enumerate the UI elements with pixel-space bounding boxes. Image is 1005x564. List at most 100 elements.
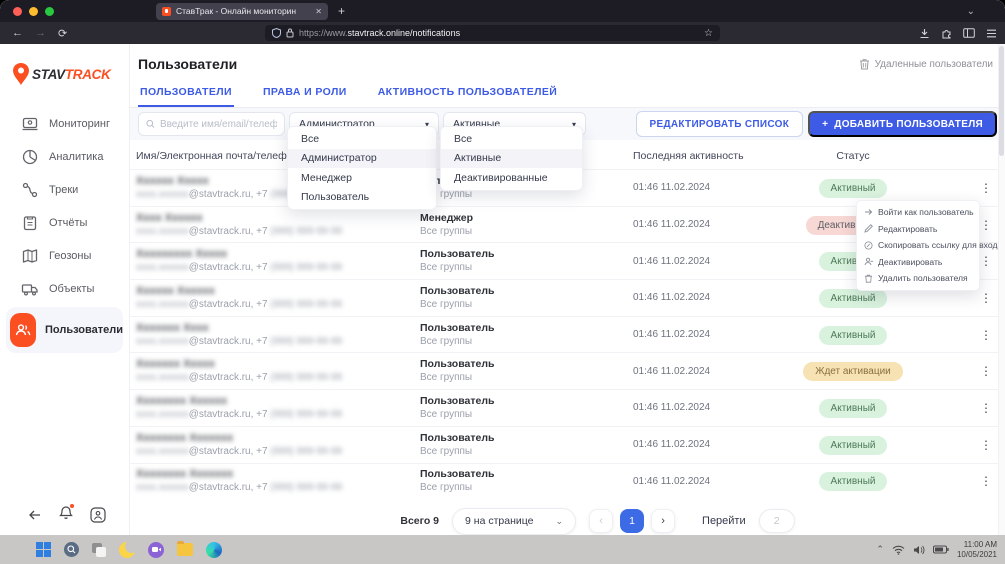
chat-app-button[interactable] [148, 542, 164, 558]
goto-page-input[interactable] [759, 509, 795, 533]
reload-button[interactable]: ⟳ [58, 27, 67, 40]
minimize-window-button[interactable] [29, 7, 38, 16]
taskbar-search-button[interactable] [64, 542, 79, 557]
profile-button[interactable] [90, 507, 106, 523]
next-page-button[interactable]: › [651, 509, 675, 533]
row-menu-button[interactable]: ⋮ [980, 474, 992, 488]
list-tabs-chevron-icon[interactable]: ⌄ [967, 6, 975, 17]
url-bar[interactable]: https://www.stavtrack.online/notificatio… [265, 25, 720, 41]
edit-list-button[interactable]: РЕДАКТИРОВАТЬ СПИСОК [636, 111, 804, 137]
header-actions: РЕДАКТИРОВАТЬ СПИСОК +ДОБАВИТЬ ПОЛЬЗОВАТ… [636, 111, 998, 137]
user-name-redacted: Хххххххх Хххххх [136, 395, 420, 408]
role-option-all[interactable]: Все [288, 129, 436, 149]
email-user-redacted: хххх.хххххх [136, 482, 189, 493]
status-option-all[interactable]: Все [441, 129, 582, 149]
sidebar-panel-icon[interactable] [963, 28, 975, 38]
toolbar-right-icons [919, 22, 997, 44]
menu-item-deactivate[interactable]: Деактивировать [857, 254, 979, 271]
taskbar-clock[interactable]: 11:00 AM10/05/2021 [957, 540, 997, 559]
search-input[interactable] [160, 119, 277, 130]
app-menu-icon[interactable] [986, 29, 997, 38]
sidebar-item-reports[interactable]: Отчёты [0, 206, 129, 239]
zoom-window-button[interactable] [45, 7, 54, 16]
sidebar-item-tracks[interactable]: Треки [0, 173, 129, 206]
sidebar-item-analytics[interactable]: Аналитика [0, 140, 129, 173]
crescent-app-icon[interactable] [119, 542, 135, 558]
status-badge: Активный [819, 326, 888, 345]
tab-rights-roles[interactable]: ПРАВА И РОЛИ [261, 80, 349, 107]
row-menu-button[interactable]: ⋮ [980, 181, 992, 195]
lock-icon [286, 28, 294, 38]
sidebar: STAVTRACK Мониторинг Аналитика Треки От [0, 44, 130, 535]
browser-toolbar: ← → ⟳ https://www.stavtrack.online/notif… [0, 22, 1005, 44]
row-menu-button[interactable]: ⋮ [980, 254, 992, 268]
close-window-button[interactable] [13, 7, 22, 16]
role-option-admin[interactable]: Администратор [288, 149, 436, 169]
row-menu-button[interactable]: ⋮ [980, 364, 992, 378]
role-option-user[interactable]: Пользователь [288, 188, 436, 208]
windows-start-button[interactable] [36, 542, 51, 557]
row-menu-button[interactable]: ⋮ [980, 401, 992, 415]
tray-chevron-icon[interactable]: ⌃ [876, 544, 884, 555]
forward-button[interactable]: → [35, 27, 46, 39]
menu-item-copy-login-link[interactable]: Скопировать ссылку для входа [857, 237, 979, 254]
bookmark-star-icon[interactable]: ☆ [704, 28, 713, 39]
prev-page-button[interactable]: ‹ [589, 509, 613, 533]
search-box[interactable] [138, 112, 285, 136]
clock-time: 11:00 AM [964, 540, 997, 549]
tab-users[interactable]: ПОЛЬЗОВАТЕЛИ [138, 80, 234, 107]
task-view-button[interactable] [92, 543, 106, 557]
row-menu-button[interactable]: ⋮ [980, 328, 992, 342]
menu-item-edit[interactable]: Редактировать [857, 221, 979, 238]
user-role-cell: Пользователь Все группы [420, 322, 633, 348]
url-scheme: https://www. [299, 28, 348, 38]
menu-item-delete-user[interactable]: Удалить пользователя [857, 270, 979, 287]
logo-track: TRACK [65, 67, 111, 82]
wifi-icon[interactable] [892, 545, 905, 555]
downloads-icon[interactable] [919, 28, 930, 39]
extensions-icon[interactable] [941, 28, 952, 39]
sidebar-item-geozones[interactable]: Геозоны [0, 239, 129, 272]
user-group: Все группы [420, 225, 633, 238]
clipboard-icon [21, 214, 39, 232]
deleted-users-link[interactable]: Удаленные пользователи [859, 58, 993, 70]
user-group: Все группы [420, 371, 633, 384]
url-host: stavtrack.online/notifications [348, 28, 461, 38]
collapse-sidebar-icon[interactable] [28, 509, 42, 521]
last-activity: 01:46 11.02.2024 [633, 219, 783, 230]
tab-user-activity[interactable]: АКТИВНОСТЬ ПОЛЬЗОВАТЕЛЕЙ [376, 80, 560, 107]
role-option-manager[interactable]: Менеджер [288, 168, 436, 188]
user-role-cell: Менеджер Все группы [420, 212, 633, 238]
battery-icon[interactable] [933, 545, 949, 554]
sidebar-item-label: Пользователи [45, 324, 123, 336]
status-option-deactivated[interactable]: Деактивированные [441, 168, 582, 188]
map-icon [21, 247, 39, 265]
sidebar-item-monitoring[interactable]: Мониторинг [0, 107, 129, 140]
file-explorer-button[interactable] [177, 543, 193, 556]
status-option-active[interactable]: Активные [441, 149, 582, 169]
email-domain: @stavtrack.ru, +7 [189, 189, 271, 200]
row-menu-button[interactable]: ⋮ [980, 218, 992, 232]
scrollbar-thumb[interactable] [999, 46, 1004, 156]
pie-chart-icon [21, 148, 39, 166]
new-tab-button[interactable]: + [338, 4, 345, 18]
window-controls [13, 7, 54, 16]
row-menu-button[interactable]: ⋮ [980, 438, 992, 452]
browser-tab[interactable]: СтавТрак - Онлайн мониторин ✕ [156, 3, 328, 20]
sidebar-item-objects[interactable]: Объекты [0, 272, 129, 305]
volume-icon[interactable] [913, 545, 925, 555]
per-page-select[interactable]: 9 на странице ⌄ [452, 508, 576, 535]
taskbar-icons [36, 542, 222, 558]
back-button[interactable]: ← [12, 27, 23, 39]
user-name-redacted: Ххххххх Хххх [136, 322, 420, 335]
add-user-button[interactable]: +ДОБАВИТЬ ПОЛЬЗОВАТЕЛЯ [808, 111, 997, 137]
notifications-bell-button[interactable] [59, 505, 73, 525]
current-page[interactable]: 1 [620, 509, 644, 533]
menu-item-login-as-user[interactable]: Войти как пользователь [857, 204, 979, 221]
role-dropdown-panel: Все Администратор Менеджер Пользователь [287, 126, 437, 210]
close-tab-icon[interactable]: ✕ [315, 7, 322, 16]
scrollbar[interactable] [998, 44, 1005, 535]
row-menu-button[interactable]: ⋮ [980, 291, 992, 305]
sidebar-item-users[interactable]: Пользователи [6, 307, 123, 353]
edge-browser-button[interactable] [206, 542, 222, 558]
